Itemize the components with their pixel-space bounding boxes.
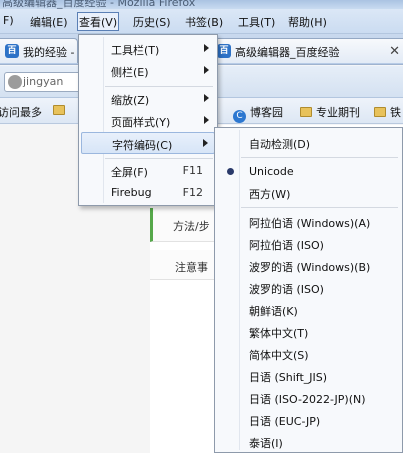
encoding-japanese-shift-jis[interactable]: 日语 (Shift_JIS) (217, 365, 400, 386)
encoding-arabic-iso[interactable]: 阿拉伯语 (ISO) (217, 233, 400, 254)
bookmark-journals[interactable]: 专业期刊 (300, 104, 360, 120)
menu-item-label: 日语 (EUC-JP) (249, 415, 321, 428)
tab-my-experience[interactable]: 百 我的经验 - (0, 38, 78, 63)
menu-item-firebug[interactable]: Firebug F12 (81, 182, 215, 204)
url-text: jingyan (23, 75, 64, 88)
menu-item-label: 日语 (Shift_JIS) (249, 371, 328, 384)
menu-file[interactable]: F) (3, 14, 14, 27)
encoding-traditional-chinese[interactable]: 繁体中文(T) (217, 321, 400, 342)
selected-radio-icon (227, 168, 234, 175)
menu-item-zoom[interactable]: 缩放(Z) (81, 88, 215, 110)
menu-item-label: 阿拉伯语 (ISO) (249, 239, 324, 252)
menu-edit[interactable]: 编辑(E) (30, 14, 68, 30)
menu-separator (241, 157, 398, 158)
menu-bookmarks[interactable]: 书签(B) (185, 14, 223, 30)
baidu-paw-icon: 百 (5, 44, 19, 58)
bookmark-partial[interactable]: 铁 (374, 104, 401, 120)
bookmark-label: 铁 (390, 106, 401, 119)
submenu-arrow-icon (204, 44, 209, 52)
menu-item-label: 泰语(I) (249, 437, 283, 450)
menu-item-toolbars[interactable]: 工具栏(T) (81, 38, 215, 60)
bookmark-label: 博客园 (250, 106, 283, 119)
menu-item-character-encoding[interactable]: 字符编码(C) (81, 132, 215, 154)
url-input[interactable]: jingyan (4, 72, 84, 92)
menu-item-label: 全屏(F) (111, 166, 148, 179)
notes-label: 注意事 (175, 261, 208, 274)
menu-item-label: 波罗的语 (ISO) (249, 283, 324, 296)
menu-item-label: 波罗的语 (Windows)(B) (249, 261, 371, 274)
steps-label: 方法/步 (173, 220, 210, 233)
encoding-simplified-chinese[interactable]: 简体中文(S) (217, 343, 400, 364)
bookmark-label: 专业期刊 (316, 106, 360, 119)
menu-history[interactable]: 历史(S) (133, 14, 171, 30)
bookmark-bokeyuan[interactable]: C 博客园 (233, 104, 283, 123)
character-encoding-submenu: 自动检测(D) Unicode 西方(W) 阿拉伯语 (Windows)(A) … (214, 127, 403, 453)
menu-item-shortcut: F12 (182, 186, 203, 199)
submenu-arrow-icon (204, 116, 209, 124)
close-icon[interactable]: ✕ (389, 44, 400, 59)
bookmark-most-visited[interactable]: 访问最多 (0, 104, 42, 120)
menu-tools[interactable]: 工具(T) (238, 14, 275, 30)
encoding-japanese-iso-2022-jp[interactable]: 日语 (ISO-2022-JP)(N) (217, 387, 400, 408)
bokeyuan-icon: C (233, 110, 246, 123)
menu-item-label: 侧栏(E) (111, 66, 149, 79)
encoding-unicode[interactable]: Unicode (217, 161, 400, 182)
menu-item-page-style[interactable]: 页面样式(Y) (81, 110, 215, 132)
menu-item-label: 繁体中文(T) (249, 327, 309, 340)
bookmark-folder[interactable] (53, 104, 69, 117)
menu-separator (241, 207, 398, 208)
menu-item-label: 阿拉伯语 (Windows)(A) (249, 217, 371, 230)
window-titlebar: 高级编辑器_百度经验 - Mozilla Firefox (0, 0, 403, 9)
folder-icon (53, 105, 65, 115)
menu-item-shortcut: F11 (182, 164, 203, 177)
encoding-baltic-windows[interactable]: 波罗的语 (Windows)(B) (217, 255, 400, 276)
menu-item-label: 字符编码(C) (112, 139, 173, 152)
encoding-arabic-windows[interactable]: 阿拉伯语 (Windows)(A) (217, 211, 400, 232)
menu-item-fullscreen[interactable]: 全屏(F) F11 (81, 160, 215, 182)
menu-item-label: 朝鲜语(K) (249, 305, 298, 318)
tab-label: 我的经验 - (23, 46, 75, 59)
menu-view[interactable]: 查看(V) (77, 12, 120, 31)
menu-bar: F) 编辑(E) 查看(V) 历史(S) 书签(B) 工具(T) 帮助(H) (0, 9, 403, 34)
window-title: 高级编辑器_百度经验 - Mozilla Firefox (2, 0, 196, 9)
encoding-korean[interactable]: 朝鲜语(K) (217, 299, 400, 320)
menu-item-label: Unicode (249, 165, 294, 178)
menu-item-label: 页面样式(Y) (111, 116, 171, 129)
menu-item-label: 西方(W) (249, 188, 291, 201)
encoding-baltic-iso[interactable]: 波罗的语 (ISO) (217, 277, 400, 298)
menu-item-label: Firebug (111, 186, 152, 199)
folder-icon (300, 107, 312, 117)
menu-item-label: 日语 (ISO-2022-JP)(N) (249, 393, 366, 406)
encoding-western[interactable]: 西方(W) (217, 182, 400, 203)
encoding-japanese-euc-jp[interactable]: 日语 (EUC-JP) (217, 409, 400, 430)
menu-separator (105, 158, 213, 159)
menu-item-sidebar[interactable]: 侧栏(E) (81, 60, 215, 82)
submenu-arrow-icon (204, 94, 209, 102)
folder-icon (374, 107, 386, 117)
menu-item-label: 工具栏(T) (111, 44, 160, 57)
baidu-paw-icon: 百 (217, 44, 231, 58)
encoding-auto-detect[interactable]: 自动检测(D) (217, 132, 400, 153)
view-menu: 工具栏(T) 侧栏(E) 缩放(Z) 页面样式(Y) 字符编码(C) 全屏(F)… (78, 34, 218, 206)
tab-label: 高级编辑器_百度经验 (235, 46, 340, 59)
submenu-arrow-icon (203, 139, 208, 147)
site-identity-icon[interactable] (8, 75, 22, 89)
menu-item-label: 缩放(Z) (111, 94, 150, 107)
menu-item-label: 自动检测(D) (249, 138, 311, 151)
menu-separator (105, 86, 213, 87)
tab-advanced-editor[interactable]: 百 高级编辑器_百度经验 ✕ (212, 38, 403, 63)
encoding-thai[interactable]: 泰语(I) (217, 431, 400, 452)
submenu-arrow-icon (204, 66, 209, 74)
menu-help[interactable]: 帮助(H) (288, 14, 327, 30)
menu-item-label: 简体中文(S) (249, 349, 309, 362)
